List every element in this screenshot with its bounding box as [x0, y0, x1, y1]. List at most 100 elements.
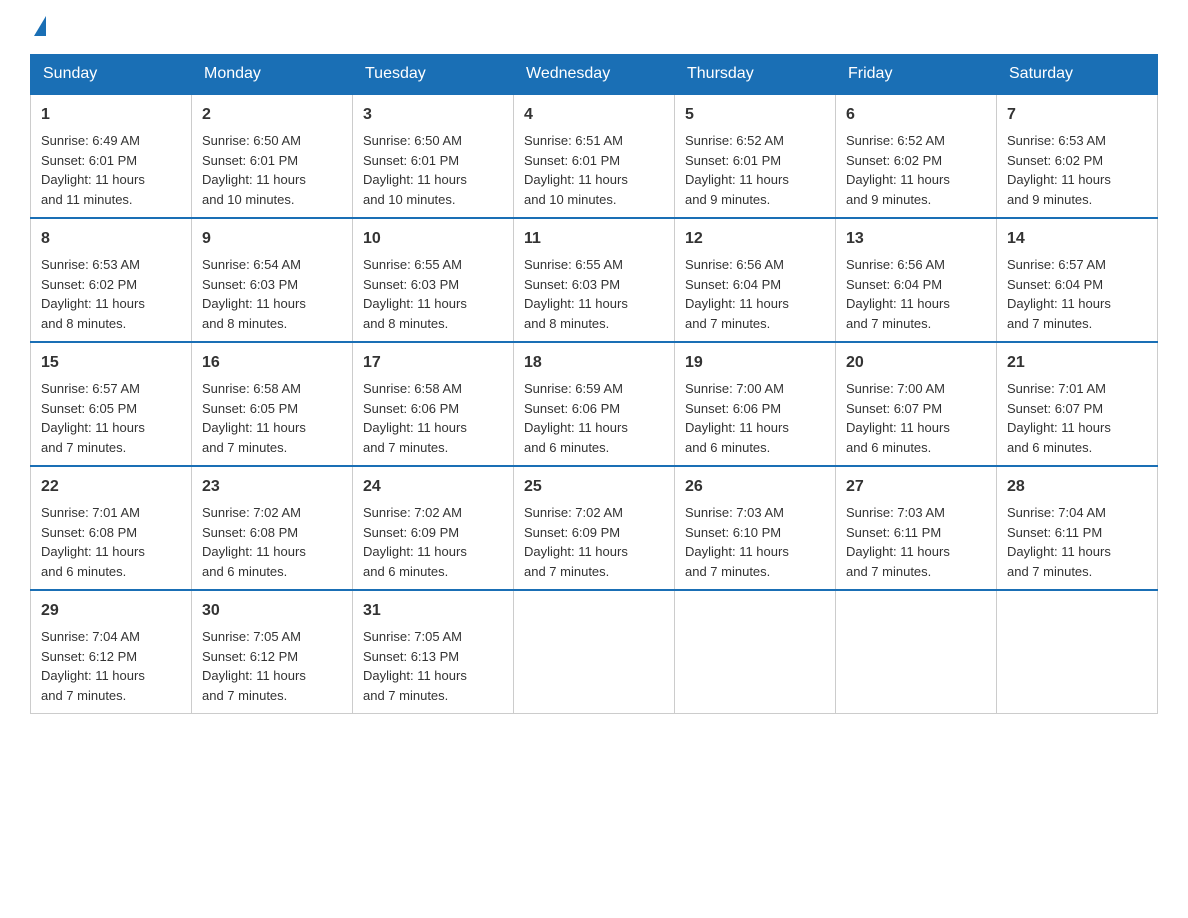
- day-info: Sunrise: 7:02 AM Sunset: 6:08 PM Dayligh…: [202, 505, 306, 579]
- day-number: 22: [41, 475, 181, 499]
- calendar-day-cell: [514, 590, 675, 714]
- day-number: 19: [685, 351, 825, 375]
- day-number: 21: [1007, 351, 1147, 375]
- day-number: 5: [685, 103, 825, 127]
- day-number: 9: [202, 227, 342, 251]
- calendar-day-cell: 7 Sunrise: 6:53 AM Sunset: 6:02 PM Daylig…: [997, 94, 1158, 218]
- calendar-day-cell: 21 Sunrise: 7:01 AM Sunset: 6:07 PM Dayli…: [997, 342, 1158, 466]
- page-header: [30, 20, 1158, 34]
- day-info: Sunrise: 7:03 AM Sunset: 6:11 PM Dayligh…: [846, 505, 950, 579]
- calendar-day-cell: 27 Sunrise: 7:03 AM Sunset: 6:11 PM Dayli…: [836, 466, 997, 590]
- day-number: 29: [41, 599, 181, 623]
- calendar-day-cell: 19 Sunrise: 7:00 AM Sunset: 6:06 PM Dayli…: [675, 342, 836, 466]
- day-number: 14: [1007, 227, 1147, 251]
- day-info: Sunrise: 7:05 AM Sunset: 6:13 PM Dayligh…: [363, 629, 467, 703]
- day-info: Sunrise: 6:49 AM Sunset: 6:01 PM Dayligh…: [41, 133, 145, 207]
- day-number: 27: [846, 475, 986, 499]
- day-of-week-header: Wednesday: [514, 55, 675, 95]
- day-info: Sunrise: 6:50 AM Sunset: 6:01 PM Dayligh…: [202, 133, 306, 207]
- day-of-week-header: Thursday: [675, 55, 836, 95]
- calendar-day-cell: 9 Sunrise: 6:54 AM Sunset: 6:03 PM Daylig…: [192, 218, 353, 342]
- day-info: Sunrise: 6:52 AM Sunset: 6:01 PM Dayligh…: [685, 133, 789, 207]
- day-info: Sunrise: 6:53 AM Sunset: 6:02 PM Dayligh…: [41, 257, 145, 331]
- day-info: Sunrise: 7:00 AM Sunset: 6:07 PM Dayligh…: [846, 381, 950, 455]
- day-number: 6: [846, 103, 986, 127]
- calendar-week-row: 15Sunrise: 6:57 AM Sunset: 6:05 PM Dayli…: [31, 342, 1158, 466]
- calendar-week-row: 22 Sunrise: 7:01 AM Sunset: 6:08 PM Dayli…: [31, 466, 1158, 590]
- day-of-week-header: Saturday: [997, 55, 1158, 95]
- calendar-day-cell: 28 Sunrise: 7:04 AM Sunset: 6:11 PM Dayli…: [997, 466, 1158, 590]
- day-info: Sunrise: 7:01 AM Sunset: 6:08 PM Dayligh…: [41, 505, 145, 579]
- logo-triangle-icon: [34, 16, 46, 36]
- calendar-header-row: SundayMondayTuesdayWednesdayThursdayFrid…: [31, 55, 1158, 95]
- day-info: Sunrise: 6:52 AM Sunset: 6:02 PM Dayligh…: [846, 133, 950, 207]
- day-number: 18: [524, 351, 664, 375]
- day-info: Sunrise: 6:53 AM Sunset: 6:02 PM Dayligh…: [1007, 133, 1111, 207]
- calendar-day-cell: 16 Sunrise: 6:58 AM Sunset: 6:05 PM Dayli…: [192, 342, 353, 466]
- day-number: 20: [846, 351, 986, 375]
- day-number: 12: [685, 227, 825, 251]
- day-number: 11: [524, 227, 664, 251]
- calendar-day-cell: 23 Sunrise: 7:02 AM Sunset: 6:08 PM Dayli…: [192, 466, 353, 590]
- calendar-day-cell: 1 Sunrise: 6:49 AM Sunset: 6:01 PM Daylig…: [31, 94, 192, 218]
- day-number: 26: [685, 475, 825, 499]
- day-info: Sunrise: 6:56 AM Sunset: 6:04 PM Dayligh…: [846, 257, 950, 331]
- day-info: Sunrise: 7:03 AM Sunset: 6:10 PM Dayligh…: [685, 505, 789, 579]
- day-info: Sunrise: 6:54 AM Sunset: 6:03 PM Dayligh…: [202, 257, 306, 331]
- calendar-day-cell: 25 Sunrise: 7:02 AM Sunset: 6:09 PM Dayli…: [514, 466, 675, 590]
- calendar-day-cell: 5 Sunrise: 6:52 AM Sunset: 6:01 PM Daylig…: [675, 94, 836, 218]
- day-info: Sunrise: 6:57 AM Sunset: 6:05 PM Dayligh…: [41, 381, 145, 455]
- day-number: 1: [41, 103, 181, 127]
- day-number: 23: [202, 475, 342, 499]
- calendar-day-cell: 2 Sunrise: 6:50 AM Sunset: 6:01 PM Daylig…: [192, 94, 353, 218]
- day-number: 4: [524, 103, 664, 127]
- day-number: 16: [202, 351, 342, 375]
- day-info: Sunrise: 7:02 AM Sunset: 6:09 PM Dayligh…: [524, 505, 628, 579]
- calendar-week-row: 1 Sunrise: 6:49 AM Sunset: 6:01 PM Daylig…: [31, 94, 1158, 218]
- calendar-day-cell: 18 Sunrise: 6:59 AM Sunset: 6:06 PM Dayli…: [514, 342, 675, 466]
- day-info: Sunrise: 7:04 AM Sunset: 6:12 PM Dayligh…: [41, 629, 145, 703]
- day-number: 2: [202, 103, 342, 127]
- calendar-table: SundayMondayTuesdayWednesdayThursdayFrid…: [30, 54, 1158, 714]
- calendar-day-cell: 29 Sunrise: 7:04 AM Sunset: 6:12 PM Dayli…: [31, 590, 192, 714]
- calendar-day-cell: [997, 590, 1158, 714]
- day-number: 28: [1007, 475, 1147, 499]
- day-info: Sunrise: 6:56 AM Sunset: 6:04 PM Dayligh…: [685, 257, 789, 331]
- day-number: 31: [363, 599, 503, 623]
- calendar-day-cell: [836, 590, 997, 714]
- calendar-day-cell: 3 Sunrise: 6:50 AM Sunset: 6:01 PM Daylig…: [353, 94, 514, 218]
- calendar-day-cell: 6 Sunrise: 6:52 AM Sunset: 6:02 PM Daylig…: [836, 94, 997, 218]
- day-info: Sunrise: 6:58 AM Sunset: 6:06 PM Dayligh…: [363, 381, 467, 455]
- day-info: Sunrise: 7:01 AM Sunset: 6:07 PM Dayligh…: [1007, 381, 1111, 455]
- day-of-week-header: Sunday: [31, 55, 192, 95]
- calendar-day-cell: 4 Sunrise: 6:51 AM Sunset: 6:01 PM Daylig…: [514, 94, 675, 218]
- calendar-day-cell: 15Sunrise: 6:57 AM Sunset: 6:05 PM Dayli…: [31, 342, 192, 466]
- day-of-week-header: Tuesday: [353, 55, 514, 95]
- calendar-day-cell: 24Sunrise: 7:02 AM Sunset: 6:09 PM Dayli…: [353, 466, 514, 590]
- calendar-day-cell: 11Sunrise: 6:55 AM Sunset: 6:03 PM Dayli…: [514, 218, 675, 342]
- day-number: 3: [363, 103, 503, 127]
- day-number: 7: [1007, 103, 1147, 127]
- calendar-day-cell: 30Sunrise: 7:05 AM Sunset: 6:12 PM Dayli…: [192, 590, 353, 714]
- day-of-week-header: Monday: [192, 55, 353, 95]
- calendar-week-row: 8 Sunrise: 6:53 AM Sunset: 6:02 PM Daylig…: [31, 218, 1158, 342]
- day-info: Sunrise: 6:58 AM Sunset: 6:05 PM Dayligh…: [202, 381, 306, 455]
- calendar-day-cell: 26 Sunrise: 7:03 AM Sunset: 6:10 PM Dayli…: [675, 466, 836, 590]
- day-info: Sunrise: 6:59 AM Sunset: 6:06 PM Dayligh…: [524, 381, 628, 455]
- logo: [30, 20, 46, 34]
- calendar-day-cell: 10Sunrise: 6:55 AM Sunset: 6:03 PM Dayli…: [353, 218, 514, 342]
- day-info: Sunrise: 6:57 AM Sunset: 6:04 PM Dayligh…: [1007, 257, 1111, 331]
- calendar-day-cell: 13Sunrise: 6:56 AM Sunset: 6:04 PM Dayli…: [836, 218, 997, 342]
- day-info: Sunrise: 7:04 AM Sunset: 6:11 PM Dayligh…: [1007, 505, 1111, 579]
- calendar-day-cell: 17Sunrise: 6:58 AM Sunset: 6:06 PM Dayli…: [353, 342, 514, 466]
- day-info: Sunrise: 6:51 AM Sunset: 6:01 PM Dayligh…: [524, 133, 628, 207]
- day-info: Sunrise: 6:50 AM Sunset: 6:01 PM Dayligh…: [363, 133, 467, 207]
- day-info: Sunrise: 7:05 AM Sunset: 6:12 PM Dayligh…: [202, 629, 306, 703]
- day-number: 8: [41, 227, 181, 251]
- calendar-day-cell: 12 Sunrise: 6:56 AM Sunset: 6:04 PM Dayli…: [675, 218, 836, 342]
- day-info: Sunrise: 7:00 AM Sunset: 6:06 PM Dayligh…: [685, 381, 789, 455]
- day-number: 25: [524, 475, 664, 499]
- calendar-day-cell: 20 Sunrise: 7:00 AM Sunset: 6:07 PM Dayli…: [836, 342, 997, 466]
- day-info: Sunrise: 6:55 AM Sunset: 6:03 PM Dayligh…: [363, 257, 467, 331]
- calendar-day-cell: 8 Sunrise: 6:53 AM Sunset: 6:02 PM Daylig…: [31, 218, 192, 342]
